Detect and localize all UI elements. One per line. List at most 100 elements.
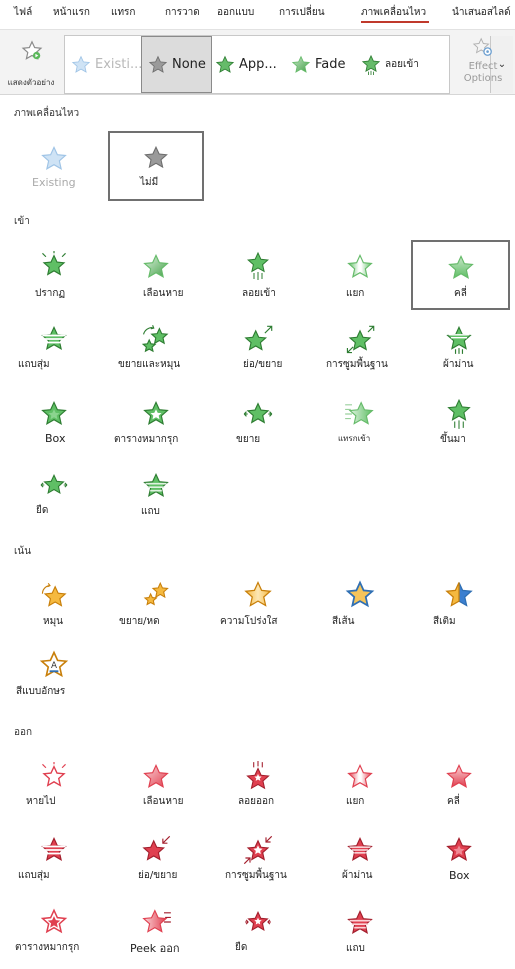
fly-in-star-icon [361, 54, 381, 76]
line-color-star-icon [312, 580, 408, 610]
preview-button[interactable]: แสดงตัวอย่าง [3, 36, 59, 92]
effect-label: ความโปร่งใส [220, 616, 278, 627]
effect-curtain-out[interactable]: ผ้าม่าน [312, 826, 408, 896]
effect-label: ตารางหมากรุก [114, 434, 179, 445]
effect-grow-shrink[interactable]: ขยาย/หด [108, 570, 204, 640]
effect-fade-out[interactable]: เลือนหาย [108, 752, 204, 822]
effect-fly-out[interactable]: ลอยออก [210, 752, 306, 822]
effect-label: Existing [32, 176, 76, 189]
effect-line-color[interactable]: สีเส้น [312, 570, 408, 640]
gallery-item-fly-in[interactable]: ลอยเข้า [361, 36, 421, 93]
effect-label: สีเส้น [332, 616, 355, 627]
gallery-item-existing[interactable]: Existi... [71, 36, 142, 93]
fade-star-icon [291, 55, 311, 75]
effect-fly-in[interactable]: ลอยเข้า [210, 241, 306, 311]
effect-split[interactable]: แยก [312, 241, 408, 311]
effect-expand[interactable]: ขยาย [210, 390, 306, 460]
active-tab-indicator [361, 21, 429, 23]
effect-label: แถบ [346, 943, 365, 954]
effect-basic-zoom-out[interactable]: การซูมพื้นฐาน [210, 826, 306, 896]
effect-rise-up[interactable]: ขึ้นมา [411, 390, 507, 460]
zoom-star-icon [210, 324, 306, 356]
effect-peek-in[interactable]: แทรกเข้า [312, 390, 408, 460]
effect-fade[interactable]: เลือนหาย [108, 241, 204, 311]
peek-out-star-icon [108, 908, 204, 936]
wipe-out-star-icon [411, 763, 507, 791]
gallery-item-none[interactable]: None [141, 36, 212, 93]
tab-design[interactable]: ออกแบบ [217, 5, 254, 20]
tab-insert[interactable]: แทรก [111, 5, 135, 20]
tab-home[interactable]: หน้าแรก [53, 5, 90, 20]
tab-slideshow[interactable]: นำเสนอสไลด์ [452, 5, 511, 20]
effect-stretch[interactable]: ยืด [6, 462, 102, 532]
effect-zoom-out[interactable]: ย่อ/ขยาย [108, 826, 204, 896]
appear-star-icon [6, 251, 102, 281]
peek-in-star-icon [312, 400, 408, 428]
effect-zoom[interactable]: ย่อ/ขยาย [210, 316, 306, 386]
basic-zoom-out-star-icon [210, 834, 306, 866]
tab-animations[interactable]: ภาพเคลื่อนไหว [361, 5, 426, 20]
effect-disappear[interactable]: หายไป [6, 752, 102, 822]
effect-basic-zoom[interactable]: การซูมพื้นฐาน [312, 316, 408, 386]
effect-grow-turn[interactable]: ขยายและหมุน [108, 316, 204, 386]
wipe-star-icon [413, 254, 508, 282]
effect-checkerboard-out[interactable]: ตารางหมากรุก [6, 899, 102, 969]
tab-file[interactable]: ไฟล์ [14, 5, 32, 20]
effect-wipe-out[interactable]: คลี่ [411, 752, 507, 822]
curtain-out-star-icon [312, 836, 408, 864]
effect-spin[interactable]: หมุน [6, 570, 102, 640]
effect-label: เลือนหาย [143, 288, 184, 299]
effect-label: หมุน [43, 616, 64, 627]
effect-label: ไม่มี [140, 177, 159, 188]
effect-label: ลอยออก [238, 796, 275, 807]
gallery-item-appear[interactable]: App... [215, 36, 285, 93]
ribbon-tabs: ไฟล์ หน้าแรก แทรก การวาด ออกแบบ การเปลี่… [0, 0, 515, 28]
tab-draw[interactable]: การวาด [165, 5, 200, 20]
effect-existing[interactable]: Existing [6, 133, 102, 203]
effect-label: สีแบบอักษร [16, 686, 66, 697]
effect-none[interactable]: ไม่มี [108, 131, 204, 201]
effect-transparency[interactable]: ความโปร่งใส [210, 570, 306, 640]
section-title-animation: ภาพเคลื่อนไหว [14, 108, 80, 119]
effect-stretch-out[interactable]: ยืด [210, 899, 306, 969]
effect-wipe[interactable]: คลี่ [411, 240, 510, 310]
effect-label: เลือนหาย [143, 796, 184, 807]
effect-label: คลี่ [454, 288, 467, 299]
fill-color-star-icon [411, 580, 507, 610]
split-out-star-icon [312, 763, 408, 791]
effect-random-bars-out[interactable]: แถบสุ่ม [6, 826, 102, 896]
effect-font-color[interactable]: A สีแบบอักษร [6, 640, 102, 710]
effect-box-out[interactable]: Box [411, 826, 507, 896]
none-star-icon [110, 145, 202, 171]
box-star-icon [6, 400, 102, 428]
random-bars-star-icon [6, 325, 102, 353]
preview-label: แสดงตัวอย่าง [7, 78, 55, 87]
preview-star-icon [21, 40, 43, 62]
effect-options-icon [456, 36, 510, 58]
disappear-star-icon [6, 762, 102, 792]
effect-label: Box [45, 432, 66, 445]
effect-label: แถบสุ่ม [18, 359, 50, 370]
spin-star-icon [6, 582, 102, 610]
effect-fill-color[interactable]: สีเติม [411, 570, 507, 640]
effect-box[interactable]: Box [6, 390, 102, 460]
effect-random-bars[interactable]: แถบสุ่ม [6, 316, 102, 386]
fade-star-icon [108, 253, 204, 281]
grow-shrink-star-icon [108, 580, 204, 610]
effect-curtain[interactable]: ผ้าม่าน [411, 316, 507, 386]
effect-strips[interactable]: แถบ [108, 462, 204, 532]
effect-label: Peek ออก [130, 942, 180, 955]
effect-options-button[interactable]: Effect Options [456, 36, 510, 85]
effect-appear[interactable]: ปรากฏ [6, 241, 102, 311]
basic-zoom-star-icon [312, 324, 408, 356]
section-title-exit: ออก [14, 727, 33, 738]
transparency-star-icon [210, 580, 306, 610]
gallery-item-fade[interactable]: Fade [291, 36, 357, 93]
tab-transitions[interactable]: การเปลี่ยน [279, 5, 325, 20]
svg-text:A: A [51, 661, 57, 671]
effect-strips-out[interactable]: แถบ [312, 899, 408, 969]
effect-checkerboard[interactable]: ตารางหมากรุก [108, 390, 204, 460]
effect-peek-out[interactable]: Peek ออก [108, 899, 204, 969]
effect-split-out[interactable]: แยก [312, 752, 408, 822]
appear-star-icon [215, 55, 235, 75]
